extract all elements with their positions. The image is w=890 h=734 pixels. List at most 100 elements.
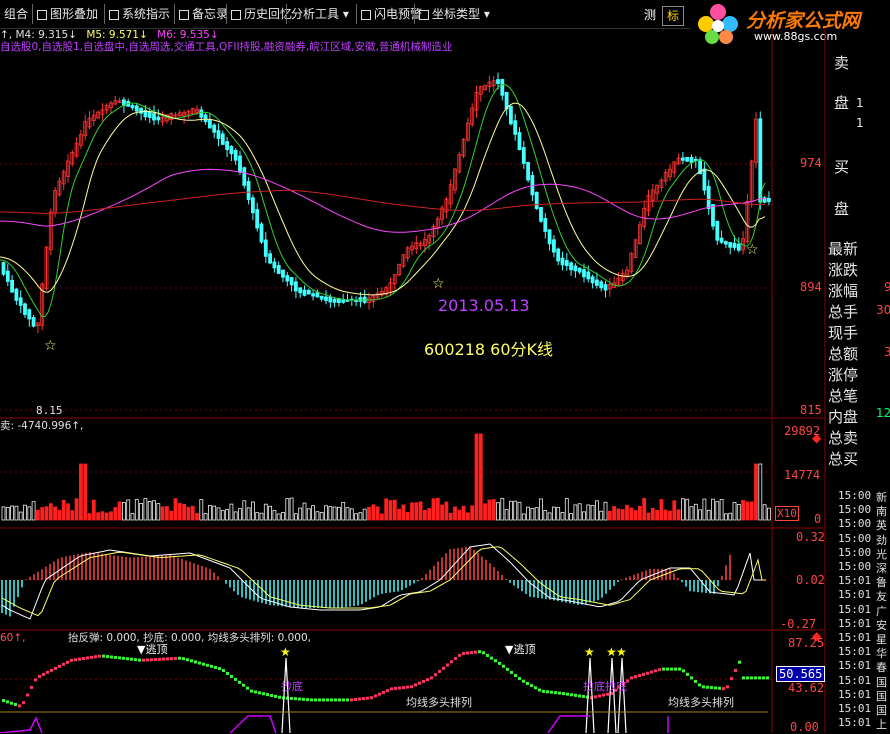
volume-bar bbox=[560, 512, 565, 521]
volume-bar bbox=[358, 512, 363, 521]
indicator-dot bbox=[206, 663, 209, 667]
quote-label: 涨幅 bbox=[828, 282, 859, 300]
candle-body bbox=[573, 265, 578, 272]
indicator-dot bbox=[26, 693, 29, 697]
candle-body bbox=[23, 303, 27, 315]
indicator-dot bbox=[186, 658, 189, 662]
volume-bar bbox=[521, 513, 526, 521]
tick-time: 15:01 bbox=[838, 631, 872, 644]
volume-bar bbox=[156, 503, 161, 521]
volume-bar bbox=[659, 499, 664, 521]
indicator-dot bbox=[582, 695, 585, 699]
candle-body bbox=[702, 168, 707, 191]
indicator-dot bbox=[74, 658, 77, 662]
candle-body bbox=[547, 229, 552, 245]
indicator-header-a: 60↑, bbox=[0, 632, 26, 644]
indicator-dot bbox=[518, 677, 521, 681]
candle-body bbox=[268, 253, 273, 264]
indicator-dot bbox=[194, 660, 197, 664]
kline-chart[interactable]: ★ ★ ★ ★ ☆ ☆ ☆ ◆ ◆ bbox=[0, 0, 890, 733]
volume-bar bbox=[354, 513, 359, 521]
indicator-dot bbox=[418, 681, 421, 685]
volume-bar bbox=[126, 499, 131, 521]
indicator-dot bbox=[654, 669, 657, 673]
indicator-dot bbox=[130, 657, 133, 661]
volume-bars bbox=[1, 433, 771, 521]
indicator-dot bbox=[226, 672, 229, 675]
volume-header: 卖: -4740.996↑, bbox=[0, 420, 84, 432]
volume-bar bbox=[508, 500, 513, 521]
indicator-series: ★ ★ ★ ★ bbox=[0, 645, 769, 733]
candle-body bbox=[736, 243, 741, 251]
indicator-dot bbox=[2, 699, 5, 703]
volume-bar bbox=[500, 497, 505, 521]
volume-bar bbox=[203, 513, 208, 521]
indicator-dot bbox=[714, 686, 717, 690]
indicator-dot bbox=[642, 672, 645, 676]
indicator-dot bbox=[662, 667, 665, 671]
escape-top-mark-1: ▼逃顶 bbox=[137, 643, 168, 656]
volume-bar bbox=[526, 506, 530, 521]
volume-bar bbox=[706, 509, 711, 521]
indicator-dot bbox=[18, 704, 21, 708]
indicator-dot bbox=[122, 656, 125, 660]
indicator-dot bbox=[434, 673, 437, 677]
volume-bar bbox=[663, 509, 668, 521]
indicator-dot bbox=[174, 656, 177, 660]
indicator-dot bbox=[502, 664, 505, 668]
indicator-dot bbox=[126, 657, 129, 661]
candle-body bbox=[603, 284, 608, 291]
indicator-dot bbox=[682, 669, 685, 673]
indicator-dot bbox=[718, 686, 721, 690]
volume-bar bbox=[586, 504, 591, 521]
volume-bar bbox=[513, 500, 518, 521]
candle-body bbox=[246, 181, 251, 200]
volume-bar bbox=[693, 503, 698, 521]
indicator-dot bbox=[630, 676, 633, 680]
volume-bar bbox=[263, 503, 268, 521]
indicator-dot bbox=[462, 651, 465, 655]
volume-bar bbox=[10, 505, 15, 521]
volume-x10-badge[interactable]: X10 bbox=[775, 506, 799, 521]
indicator-dot bbox=[98, 654, 101, 658]
volume-bar bbox=[384, 498, 389, 521]
indicator-dot bbox=[162, 657, 165, 661]
volume-bar bbox=[242, 500, 247, 521]
volume-bar bbox=[440, 504, 445, 521]
volume-bar bbox=[461, 505, 466, 521]
candle-body bbox=[147, 111, 152, 118]
tick-stock-name[interactable]: 上 bbox=[876, 716, 887, 732]
indicator-dot bbox=[766, 676, 769, 680]
candle-body bbox=[130, 104, 135, 109]
price-axis-label-mid: 894 bbox=[800, 280, 822, 294]
volume-bar bbox=[633, 510, 638, 521]
candle-body bbox=[139, 107, 144, 114]
candle-body bbox=[685, 156, 690, 162]
volume-bar bbox=[741, 500, 745, 521]
volume-bar bbox=[749, 501, 754, 521]
indicator-dot bbox=[82, 657, 85, 661]
indicator-dot bbox=[246, 686, 249, 690]
macd-axis-top: 0.32 bbox=[796, 530, 825, 544]
volume-bar bbox=[152, 500, 156, 521]
indicator-dot bbox=[70, 658, 73, 662]
volume-bar bbox=[719, 499, 724, 521]
volume-bar bbox=[655, 510, 659, 521]
candle-body bbox=[315, 292, 320, 298]
volume-bar bbox=[31, 501, 36, 521]
indicator-dot bbox=[290, 696, 293, 700]
candle-body bbox=[590, 276, 595, 284]
tick-time: 15:00 bbox=[838, 503, 872, 517]
volume-bar bbox=[276, 513, 281, 521]
volume-bar bbox=[169, 510, 174, 521]
volume-bar bbox=[328, 506, 333, 521]
tick-time: 15:01 bbox=[838, 659, 872, 673]
candle-body bbox=[577, 267, 582, 273]
candle-body bbox=[513, 120, 518, 135]
indicator-dot bbox=[410, 685, 413, 689]
candle-body bbox=[543, 218, 548, 232]
star-icon: ★ bbox=[616, 645, 627, 659]
volume-bar bbox=[285, 498, 290, 521]
volume-bar bbox=[483, 503, 488, 521]
indicator-dot bbox=[522, 679, 525, 683]
